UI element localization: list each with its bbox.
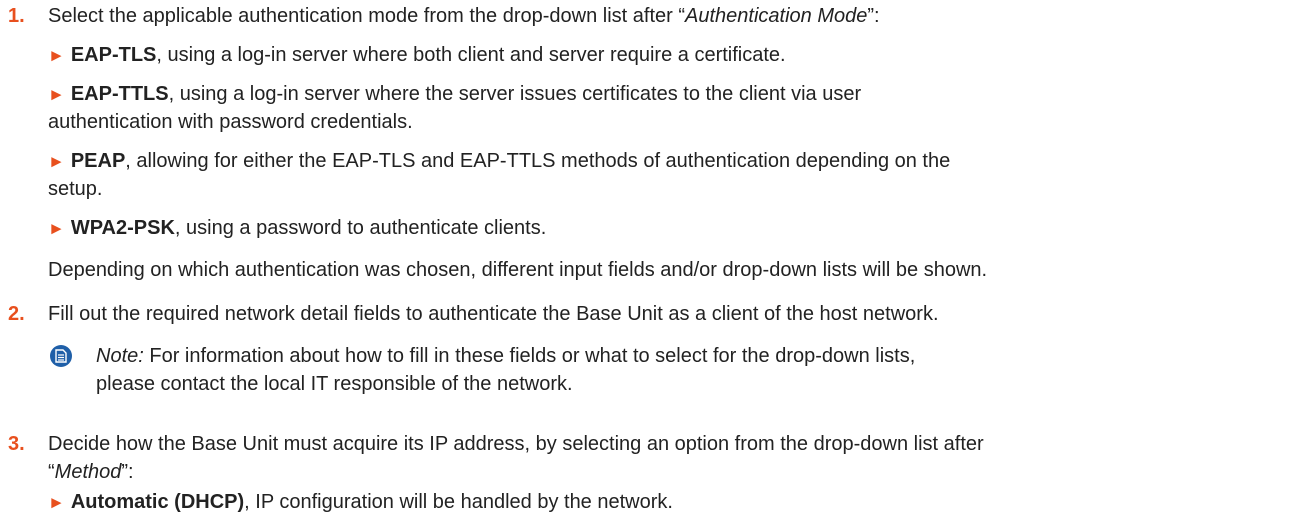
bullet-arrow-icon: ► <box>48 493 65 512</box>
note-line-2: please contact the local IT responsible … <box>96 373 573 395</box>
note-icon <box>50 345 72 367</box>
step-text: Fill out the required network detail fie… <box>48 303 939 325</box>
bullet-term: PEAP <box>70 150 126 172</box>
bullet-arrow-icon: ► <box>48 46 65 65</box>
step-text: Decide how the Base Unit must acquire it… <box>48 433 984 455</box>
step-text: Select the applicable authentication mod… <box>48 5 880 27</box>
note-label: Note: <box>96 345 144 367</box>
bullet-term: Automatic (DHCP) <box>70 491 245 513</box>
ui-term: Authentication Mode <box>685 5 868 27</box>
step-number: 1. <box>8 5 25 27</box>
bullet-term: EAP-TLS <box>70 44 157 66</box>
note-line-1: Note: For information about how to fill … <box>96 345 916 367</box>
bullet-arrow-icon: ► <box>48 85 65 104</box>
bullet-term: WPA2-PSK <box>70 217 175 239</box>
bullet-arrow-icon: ► <box>48 152 65 171</box>
bullet-term: EAP-TTLS <box>70 83 169 105</box>
bullet-arrow-icon: ► <box>48 219 65 238</box>
ui-term: Method <box>54 461 122 483</box>
step-number: 3. <box>8 433 25 455</box>
step-number: 2. <box>8 303 25 325</box>
